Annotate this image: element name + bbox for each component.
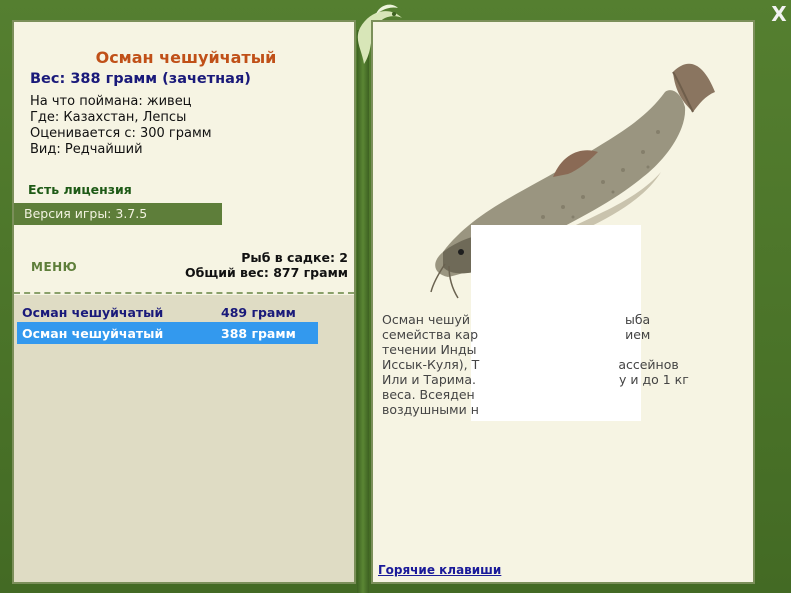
description-line: Осман чешуй ыба xyxy=(382,312,651,327)
version-bar: Версия игры: 3.7.5 xyxy=(14,203,222,225)
separator xyxy=(14,292,354,294)
catch-row[interactable]: Осман чешуйчатый 489 грамм xyxy=(17,301,318,323)
fish-rarity: Вид: Редчайший xyxy=(30,142,143,157)
fish-weight: Вес: 388 грамм (зачетная) xyxy=(30,71,251,87)
fish-description: Осман чешуй ыба семейства кар ием течени… xyxy=(382,312,742,417)
description-line: воздушными н xyxy=(382,402,479,417)
fish-threshold: Оценивается с: 300 грамм xyxy=(30,126,212,141)
panel-divider xyxy=(357,30,369,593)
catch-row-weight: 489 грамм xyxy=(221,305,296,320)
catch-row-name: Осман чешуйчатый xyxy=(22,305,164,320)
fish-picture-panel: Осман чешуй ыба семейства кар ием течени… xyxy=(371,20,755,584)
description-line: веса. Всеяден xyxy=(382,387,475,402)
menu-button[interactable]: МЕНЮ xyxy=(31,260,77,274)
close-button[interactable]: X xyxy=(768,2,790,26)
description-line: течении Инды xyxy=(382,342,628,357)
description-line: семейства кар ием xyxy=(382,327,651,342)
cage-total-weight: Общий вес: 877 грамм xyxy=(185,265,348,280)
catch-row-selected[interactable]: Осман чешуйчатый 388 грамм xyxy=(17,322,318,344)
catch-list: Осман чешуйчатый 489 грамм Осман чешуйча… xyxy=(14,295,354,582)
license-status: Есть лицензия xyxy=(28,182,132,197)
fish-info-panel: Осман чешуйчатый Вес: 388 грамм (зачетна… xyxy=(12,20,356,584)
fish-title: Осман чешуйчатый xyxy=(95,48,277,67)
catch-row-weight: 388 грамм xyxy=(221,326,296,341)
description-line: Иссык-Куля), Т ассейнов xyxy=(382,357,679,372)
cage-stats: Рыб в садке: 2 Общий вес: 877 грамм xyxy=(185,250,348,280)
catch-row-name: Осман чешуйчатый xyxy=(22,326,164,341)
fish-bait: На что поймана: живец xyxy=(30,94,192,109)
fish-location: Где: Казахстан, Лепсы xyxy=(30,110,187,125)
description-line: Или и Тарима. у и до 1 кг xyxy=(382,372,689,387)
cage-count: Рыб в садке: 2 xyxy=(241,250,348,265)
hotkeys-link[interactable]: Горячие клавиши xyxy=(378,563,501,577)
